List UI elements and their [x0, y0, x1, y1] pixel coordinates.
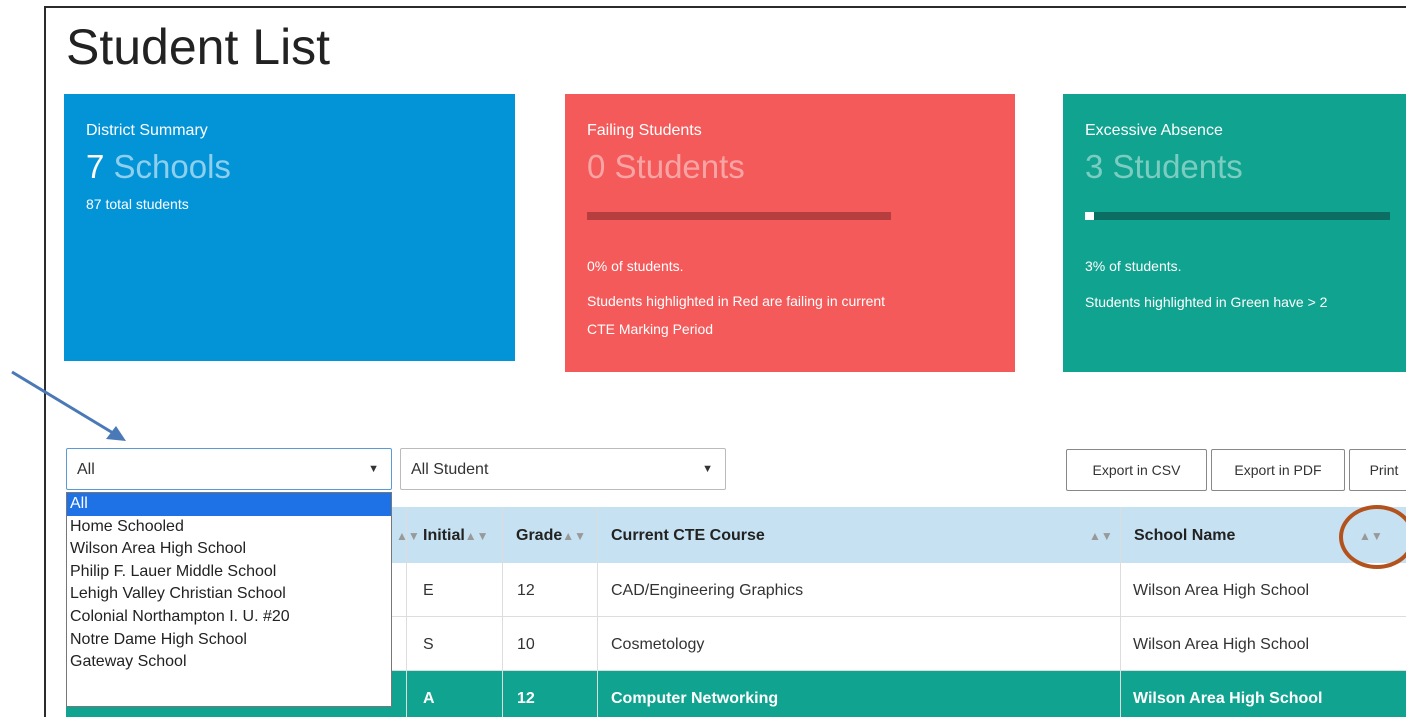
dropdown-option[interactable]: Lehigh Valley Christian School [67, 583, 391, 606]
absence-count-number: 3 [1085, 148, 1104, 185]
school-filter-dropdown: All Home Schooled Wilson Area High Schoo… [66, 492, 392, 707]
header-course-label: Current CTE Course [611, 527, 765, 544]
column-divider [1120, 507, 1121, 717]
header-course[interactable]: Current CTE Course [611, 507, 765, 563]
cell-school: Wilson Area High School [1133, 636, 1310, 653]
dropdown-option[interactable]: Gateway School [67, 651, 391, 674]
dropdown-option[interactable]: Colonial Northampton I. U. #20 [67, 606, 391, 629]
dropdown-option[interactable]: Notre Dame High School [67, 629, 391, 652]
cell-school: Wilson Area High School [1133, 690, 1323, 707]
export-csv-button[interactable]: Export in CSV [1066, 449, 1207, 491]
school-filter-value: All [77, 461, 95, 478]
column-divider [502, 507, 503, 717]
failing-note-line1: Students highlighted in Red are failing … [587, 293, 886, 309]
sort-icon[interactable]: ▲▼ [465, 529, 489, 543]
header-grade-label: Grade [516, 527, 563, 544]
column-divider [406, 507, 407, 717]
sort-icon[interactable]: ▲▼ [1089, 507, 1113, 563]
cell-grade: 12 [517, 582, 535, 599]
card-title: Excessive Absence [1085, 122, 1223, 139]
dropdown-option[interactable]: Wilson Area High School [67, 538, 391, 561]
arrow-icon [11, 370, 126, 441]
export-pdf-button[interactable]: Export in PDF [1211, 449, 1345, 491]
header-grade[interactable]: Grade▲▼ [516, 507, 586, 563]
cell-initial: A [423, 690, 435, 707]
card-title: Failing Students [587, 122, 702, 139]
header-initial-label: Initial [423, 527, 465, 544]
column-divider [597, 507, 598, 717]
card-title: District Summary [86, 122, 208, 139]
cell-course: Cosmetology [611, 636, 705, 653]
student-filter-select[interactable]: All Student ▼ [400, 448, 726, 490]
header-school[interactable]: School Name [1134, 507, 1235, 563]
failing-count: 0 Students [587, 148, 993, 186]
absence-progress-fill [1085, 212, 1095, 220]
dropdown-option[interactable]: Home Schooled [67, 516, 391, 539]
cell-course: Computer Networking [611, 690, 779, 707]
dropdown-option[interactable]: All [67, 493, 391, 516]
failing-count-number: 0 [587, 148, 606, 185]
header-initial[interactable]: Initial▲▼ [423, 507, 489, 563]
cell-grade: 12 [517, 690, 535, 707]
failing-percent: 0% of students. [587, 258, 684, 274]
sort-icon[interactable]: ▲▼ [562, 529, 586, 543]
school-filter-select[interactable]: All ▼ [66, 448, 392, 490]
cell-initial: S [423, 636, 434, 653]
absence-note: Students highlighted in Green have > 2 [1085, 294, 1328, 310]
student-filter-value: All Student [411, 461, 489, 478]
total-students: 87 total students [86, 196, 189, 212]
sort-icon[interactable]: ▲▼ [396, 507, 420, 563]
absence-count-unit: Students [1112, 148, 1243, 185]
failing-count-unit: Students [614, 148, 745, 185]
absence-progress-bar [1085, 212, 1390, 220]
cell-course: CAD/Engineering Graphics [611, 582, 804, 599]
circle-highlight [1339, 505, 1406, 569]
cell-initial: E [423, 582, 434, 599]
caret-down-icon: ▼ [368, 463, 379, 475]
header-school-label: School Name [1134, 527, 1236, 544]
failing-note-line2: CTE Marking Period [587, 321, 714, 337]
print-button[interactable]: Print [1349, 449, 1406, 491]
absence-percent: 3% of students. [1085, 258, 1182, 274]
caret-down-icon: ▼ [702, 463, 713, 475]
failing-progress-bar [587, 212, 891, 220]
district-count: 7 Schools [86, 148, 493, 186]
failing-note: Students highlighted in Red are failing … [587, 287, 885, 343]
cell-grade: 10 [517, 636, 535, 653]
excessive-absence-card: Excessive Absence 3 Students [1063, 94, 1406, 372]
cell-school: Wilson Area High School [1133, 582, 1310, 599]
absence-count: 3 Students [1085, 148, 1384, 186]
dropdown-option[interactable]: Philip F. Lauer Middle School [67, 561, 391, 584]
